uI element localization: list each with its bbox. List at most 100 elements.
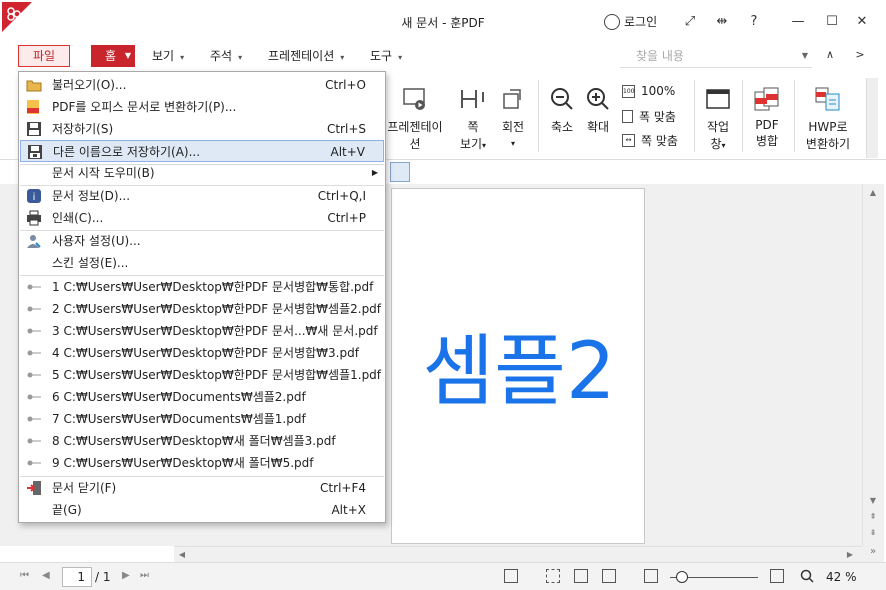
recent-file-item[interactable]: 8 C:₩Users₩User₩Desktop₩새 폴더₩셈플3.pdf — [20, 430, 384, 452]
fit-width-status-icon[interactable] — [602, 569, 616, 583]
presentation-mode-icon[interactable] — [504, 569, 518, 583]
page-number-input[interactable]: 1 — [62, 567, 92, 587]
ribbon-scroll[interactable] — [866, 78, 878, 158]
menu-convert-office[interactable]: PDF를 오피스 문서로 변환하기(P)... — [20, 96, 384, 118]
recent-file-item[interactable]: 3 C:₩Users₩User₩Desktop₩한PDF 문서...₩새 문서.… — [20, 320, 384, 342]
close-button[interactable]: ✕ — [852, 12, 872, 32]
chevron-down-icon[interactable]: ▼ — [802, 44, 808, 68]
recent-file-item[interactable]: 6 C:₩Users₩User₩Documents₩셈플2.pdf — [20, 386, 384, 408]
zoom-max-icon[interactable] — [770, 569, 784, 583]
page-view-icon — [461, 90, 484, 108]
presentation-tab[interactable]: 프레젠테이션 ▾ — [268, 45, 344, 67]
prev-page-icon[interactable]: ⇞ — [866, 510, 880, 524]
save-icon — [27, 122, 41, 136]
zoom-100-label: 100% — [641, 84, 676, 98]
fit-width-button[interactable]: 폭 맞춤 — [622, 108, 676, 125]
menu-close-document-shortcut: Ctrl+F4 — [320, 481, 366, 495]
scroll-up-icon[interactable]: ▲ — [866, 186, 880, 200]
recent-file-item[interactable]: 9 C:₩Users₩User₩Desktop₩새 폴더₩5.pdf — [20, 452, 384, 474]
login-label: 로그인 — [624, 15, 658, 29]
menu-save[interactable]: 저장하기(S) Ctrl+S — [20, 118, 384, 140]
hwp-convert-icon — [815, 87, 840, 111]
chevron-up-icon[interactable]: ∧ — [822, 48, 838, 64]
menu-doc-info-label: 문서 정보(D)... — [52, 189, 131, 203]
annotation-tab[interactable]: 주석 ▾ — [210, 45, 242, 67]
maximize-button[interactable]: ☐ — [822, 12, 842, 32]
magnifier-icon[interactable] — [800, 569, 814, 583]
next-page-button-icon[interactable]: ▶ — [122, 570, 130, 581]
help-button[interactable]: ? — [744, 12, 764, 32]
fit-toggle-icon[interactable] — [390, 162, 410, 182]
recent-file-item[interactable]: 1 C:₩Users₩User₩Desktop₩한PDF 문서병합₩통합.pdf — [20, 276, 384, 298]
menu-open[interactable]: 불러오기(O)... Ctrl+O — [20, 74, 384, 96]
menu-close-document[interactable]: 문서 닫기(F) Ctrl+F4 — [20, 477, 384, 499]
zoom-in-button[interactable]: 확대 — [582, 86, 614, 135]
home-tab[interactable]: 홈 ▼ — [91, 45, 135, 67]
compact-view-icon[interactable]: ⇹ — [712, 12, 732, 32]
recent-file-label: 8 C:₩Users₩User₩Desktop₩새 폴더₩셈플3.pdf — [52, 434, 336, 448]
zoom-min-icon[interactable] — [644, 569, 658, 583]
tools-tab[interactable]: 도구 ▾ — [370, 45, 402, 67]
presentation-button[interactable]: 프레젠테이션 — [382, 86, 448, 152]
recent-file-item[interactable]: 7 C:₩Users₩User₩Documents₩셈플1.pdf — [20, 408, 384, 430]
page-view-button[interactable]: 쪽 보기▾ — [456, 86, 490, 152]
fit-page-status-icon[interactable] — [574, 569, 588, 583]
prev-page-button-icon[interactable]: ◀ — [42, 570, 50, 581]
menu-doc-info[interactable]: i 문서 정보(D)... Ctrl+Q,I — [20, 185, 384, 207]
zoom-out-button[interactable]: 축소 — [546, 86, 578, 135]
menu-wizard[interactable]: 문서 시작 도우미(B) ▶ — [20, 162, 384, 184]
presentation-tab-label: 프레젠테이션 — [268, 49, 335, 63]
view-tab[interactable]: 보기 ▾ — [152, 45, 184, 67]
hwp-convert-button[interactable]: HWP로 변환하기 — [800, 86, 856, 152]
workspace-button[interactable]: 작업 창▾ — [700, 86, 736, 152]
file-menu-tab[interactable]: 파일 — [18, 45, 70, 67]
chevron-down-icon: ▼ — [124, 51, 131, 60]
recent-file-label: 3 C:₩Users₩User₩Desktop₩한PDF 문서...₩새 문서.… — [52, 324, 378, 338]
hwp-convert-label-1: HWP로 — [808, 120, 848, 134]
home-tab-label: 홈 — [105, 49, 117, 63]
search-input[interactable]: 찾을 내용 ▼ — [620, 44, 812, 68]
rotate-button[interactable]: 회전 ▾ — [498, 86, 528, 149]
zoom-100-button[interactable]: 100 100% — [622, 84, 675, 98]
zoom-slider-handle[interactable] — [676, 571, 688, 583]
pdf-merge-button[interactable]: PDF 병합 — [748, 86, 786, 149]
login-button[interactable]: 로그인 — [604, 13, 657, 30]
scroll-corner-icon[interactable]: » — [862, 546, 884, 562]
last-page-icon[interactable]: ⏭ — [140, 570, 149, 581]
menu-skin-settings[interactable]: 스킨 설정(E)... — [20, 252, 384, 274]
fit-page-button[interactable]: ↔ 쪽 맞춤 — [622, 132, 678, 149]
recent-file-item[interactable]: 2 C:₩Users₩User₩Desktop₩한PDF 문서병합₩셈플2.pd… — [20, 298, 384, 320]
menu-save-as[interactable]: 다른 이름으로 저장하기(A)... Alt+V — [20, 140, 384, 162]
chevron-down-icon: ▾ — [238, 53, 243, 62]
recent-file-item[interactable]: 5 C:₩Users₩User₩Desktop₩한PDF 문서병합₩셈플1.pd… — [20, 364, 384, 386]
menu-print[interactable]: 인쇄(C)... Ctrl+P — [20, 207, 384, 229]
menu-skin-settings-label: 스킨 설정(E)... — [52, 256, 129, 270]
actual-size-status-icon[interactable] — [546, 569, 560, 583]
vertical-scrollbar[interactable]: ▲ ▼ ⇞ ⇟ — [862, 184, 884, 546]
menu-save-shortcut: Ctrl+S — [326, 122, 366, 136]
recent-file-icon — [27, 372, 41, 378]
chevron-down-icon: ▾ — [340, 53, 345, 62]
recent-file-label: 9 C:₩Users₩User₩Desktop₩새 폴더₩5.pdf — [52, 456, 314, 470]
scroll-left-icon[interactable]: ◀ — [176, 549, 188, 561]
fullscreen-icon[interactable]: ⤢ — [680, 12, 700, 32]
recent-file-item[interactable]: 4 C:₩Users₩User₩Desktop₩한PDF 문서병합₩3.pdf — [20, 342, 384, 364]
recent-file-icon — [27, 306, 41, 312]
minimize-button[interactable]: — — [788, 12, 808, 32]
info-icon: i — [27, 189, 41, 203]
fit-width-label: 폭 맞춤 — [639, 110, 676, 124]
chevron-right-icon[interactable]: > — [852, 48, 868, 64]
menu-save-as-shortcut: Alt+V — [330, 145, 365, 159]
scroll-right-icon[interactable]: ▶ — [844, 549, 856, 561]
pdf-merge-icon — [754, 87, 779, 111]
menu-user-settings[interactable]: 사용자 설정(U)... — [20, 230, 384, 252]
next-page-icon[interactable]: ⇟ — [866, 526, 880, 540]
first-page-icon[interactable]: ⏮ — [20, 570, 29, 581]
recent-file-icon — [27, 284, 41, 290]
horizontal-scrollbar[interactable]: ◀ ▶ — [174, 546, 862, 562]
view-tab-label: 보기 — [152, 49, 175, 63]
menu-exit[interactable]: 끝(G) Alt+X — [20, 499, 384, 521]
tools-tab-label: 도구 — [370, 49, 393, 63]
fit-page-label: 쪽 맞춤 — [641, 134, 678, 148]
scroll-down-icon[interactable]: ▼ — [866, 494, 880, 508]
